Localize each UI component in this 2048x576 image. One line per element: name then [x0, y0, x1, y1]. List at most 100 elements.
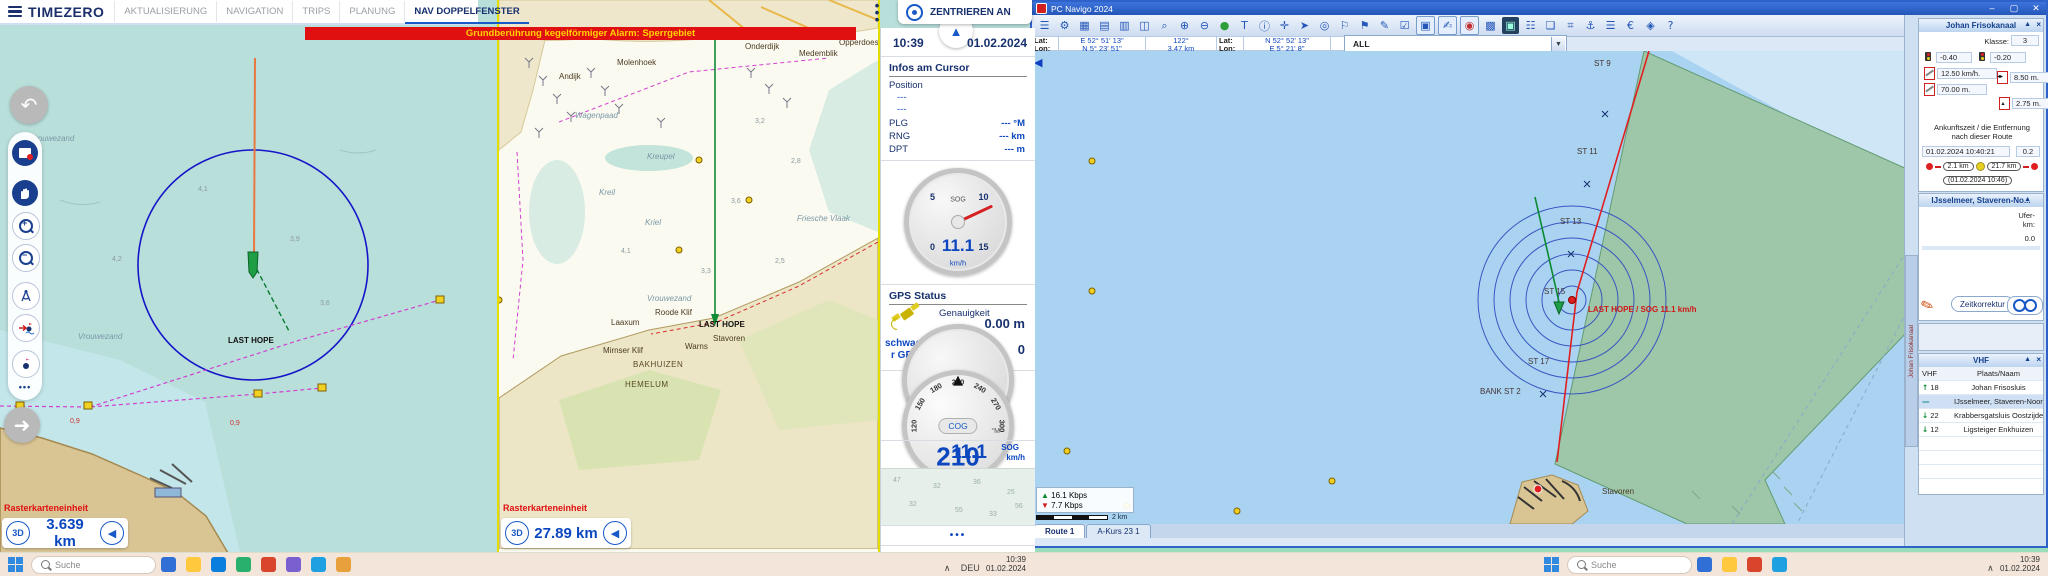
sidebar-vertical-tab[interactable]: Johan Frisokanaal — [1905, 255, 1918, 447]
tray-chevron-icon[interactable]: ∧ — [1987, 564, 1994, 574]
taskbar-app-icon[interactable] — [336, 557, 351, 572]
taskbar-app-icon[interactable] — [186, 557, 201, 572]
3d-toggle-button[interactable]: 3D — [6, 521, 30, 545]
buoy-marker-button[interactable] — [12, 350, 40, 378]
taskbar-app-icon[interactable] — [311, 557, 326, 572]
taskbar-clock[interactable]: 10:3901.02.2024 — [986, 555, 1026, 573]
legend-icon[interactable]: ☷ — [1522, 17, 1539, 34]
close-icon[interactable]: × — [2036, 355, 2041, 364]
chart-left[interactable]: VrouwezandVrouwezandLAST HOPE4,13,94,23,… — [0, 0, 497, 553]
minimize-button[interactable]: – — [1985, 3, 1999, 14]
taskbar-app-icon[interactable] — [286, 557, 301, 572]
zeitkorrektur-button[interactable]: Zeitkorrektur — [1951, 296, 2014, 312]
euro-icon[interactable]: € — [1622, 17, 1639, 34]
pan-hand-button[interactable] — [12, 180, 38, 206]
panel-more-button[interactable]: ••• — [881, 525, 1035, 546]
center-on-button[interactable]: ZENTRIEREN AN — [898, 0, 1032, 24]
taskbar-app-icon[interactable] — [261, 557, 276, 572]
taskbar-search[interactable]: Suche — [31, 556, 156, 574]
section-panel-header[interactable]: IJsselmeer, Staveren-No... ▲ — [1919, 194, 2043, 207]
taskbar-app-icon[interactable] — [1722, 557, 1737, 572]
center-vessel-button[interactable]: ◀ — [603, 521, 627, 545]
taskbar-app-icon[interactable] — [1697, 557, 1712, 572]
tray-chevron-icon[interactable]: ∧ — [944, 564, 951, 574]
position-pin-icon[interactable]: ◎ — [1316, 17, 1333, 34]
tab-planung[interactable]: PLANUNG — [339, 1, 404, 22]
tab-trips[interactable]: TRIPS — [292, 1, 339, 22]
chart-image-icon[interactable]: ◫ — [1136, 17, 1153, 34]
help-icon[interactable]: ? — [1662, 17, 1679, 34]
navigo-chart[interactable]: ST 9ST 11ST 13ST 15ST 17BANK ST 2LAST HO… — [1032, 51, 1907, 524]
taskbar-app-icon[interactable] — [161, 557, 176, 572]
vhf-row[interactable]: —IJsselmeer, Staveren-Noor... — [1919, 395, 2043, 409]
night-chart-icon[interactable]: ▣ — [1502, 17, 1519, 34]
taskbar-app-icon[interactable] — [211, 557, 226, 572]
route-check-icon[interactable]: ☑ — [1396, 17, 1413, 34]
taskbar-app-icon[interactable] — [1747, 557, 1762, 572]
diamond-icon[interactable]: ◈ — [1642, 17, 1659, 34]
binoculars-button[interactable] — [2007, 296, 2043, 315]
close-button[interactable]: ✕ — [2029, 3, 2043, 14]
logbook-button[interactable] — [12, 140, 38, 166]
maximize-button[interactable]: ▢ — [2007, 3, 2021, 14]
windows-start-button[interactable] — [1544, 557, 1559, 572]
taskbar-app-icon[interactable] — [236, 557, 251, 572]
settings-gear-icon[interactable]: ⚙ — [1056, 17, 1073, 34]
chart-add-icon[interactable]: ▦ — [1076, 17, 1093, 34]
more-options-icon[interactable]: ••• — [870, 2, 884, 23]
zoom-select-icon[interactable]: ⌕ — [1156, 17, 1173, 34]
screen-globe-icon[interactable]: ▣ — [1416, 16, 1435, 35]
vhf-panel-header[interactable]: VHF ▲× — [1919, 354, 2043, 367]
taskbar-search[interactable]: Suche — [1567, 556, 1692, 574]
text-tool-icon[interactable]: T — [1236, 17, 1253, 34]
zoom-out-icon[interactable]: ⊖ — [1196, 17, 1213, 34]
timezero-logo[interactable]: TIMEZERO — [0, 4, 114, 20]
mob-button[interactable] — [12, 314, 40, 342]
compass-icon[interactable]: ◉ — [1460, 16, 1479, 35]
pan-icon[interactable]: ✛ — [1276, 17, 1293, 34]
chart-save-icon[interactable]: ▥ — [1116, 17, 1133, 34]
alarm-bar[interactable]: Grundberührung kegelförmiger Alarm: Sper… — [305, 27, 856, 40]
more-tools-button[interactable]: ••• — [8, 382, 42, 392]
redo-button[interactable]: ➜ — [4, 407, 40, 443]
overview-minimap[interactable]: 4732362532553356 — [881, 468, 1035, 525]
flag-marked-icon[interactable]: ⚑ — [1356, 17, 1373, 34]
zoom-out-button[interactable]: − — [12, 244, 40, 272]
screen-edit-icon[interactable]: ✍ — [1438, 16, 1457, 35]
route-edit-icon[interactable]: ✎ — [1376, 17, 1393, 34]
pointer-icon[interactable]: ➤ — [1296, 17, 1313, 34]
measure-divider-button[interactable] — [12, 282, 40, 310]
zoom-in-button[interactable]: + — [12, 212, 40, 240]
vhf-row[interactable]: ↑18Johan Frisosluis — [1919, 381, 2043, 395]
tab-navigation[interactable]: NAVIGATION — [216, 1, 292, 22]
chart-settings-icon[interactable]: ▩ — [1482, 17, 1499, 34]
flag-icon[interactable]: ⚐ — [1336, 17, 1353, 34]
keyboard-language[interactable]: DEU — [961, 563, 980, 573]
3d-toggle-button[interactable]: 3D — [505, 521, 529, 545]
collapse-icon[interactable]: ▲ — [2024, 196, 2031, 203]
tab-aktualisierung[interactable]: AKTUALISIERUNG — [114, 1, 216, 22]
menu-icon[interactable]: ☰ — [1036, 17, 1053, 34]
pcnavigo-titlebar[interactable]: PC Navigo 2024 – ▢ ✕ — [1032, 2, 2046, 15]
chart-open-icon[interactable]: ▤ — [1096, 17, 1113, 34]
grid-icon[interactable]: ⌗ — [1562, 17, 1579, 34]
undo-button[interactable]: ↶ — [10, 86, 48, 124]
edit-pencil-icon[interactable]: ✎ — [1918, 290, 1949, 318]
clipboard-icon[interactable]: ❏ — [1542, 17, 1559, 34]
route-tab[interactable]: A-Kurs 23 1 — [1086, 524, 1150, 538]
globe-icon[interactable]: ● — [1216, 17, 1233, 34]
taskbar-app-icon[interactable] — [1772, 557, 1787, 572]
vhf-row[interactable]: ↓12Ligsteiger Enkhuizen — [1919, 423, 2043, 437]
vhf-row[interactable]: ↓22Krabbersgatsluis Oostzijde — [1919, 409, 2043, 423]
windows-start-button[interactable] — [8, 557, 23, 572]
taskbar-clock[interactable]: 10:3901.02.2024 — [2000, 555, 2040, 573]
center-vessel-button[interactable]: ◀ — [100, 521, 124, 545]
info-icon[interactable]: ⓘ — [1256, 17, 1273, 34]
waterway-panel-header[interactable]: Johan Frisokanaal ▲× — [1919, 19, 2043, 32]
tab-nav-doppelfenster[interactable]: NAV DOPPELFENSTER — [404, 1, 528, 22]
chart-mid[interactable]: WervershoofOnderdijkMedemblikOpperdoesMo… — [497, 0, 880, 553]
route-tab[interactable]: Route 1 — [1034, 524, 1085, 538]
collapse-icon[interactable]: ▲ — [2024, 21, 2031, 28]
list-icon[interactable]: ☰ — [1602, 17, 1619, 34]
collapse-icon[interactable]: ▲ — [2024, 356, 2031, 363]
